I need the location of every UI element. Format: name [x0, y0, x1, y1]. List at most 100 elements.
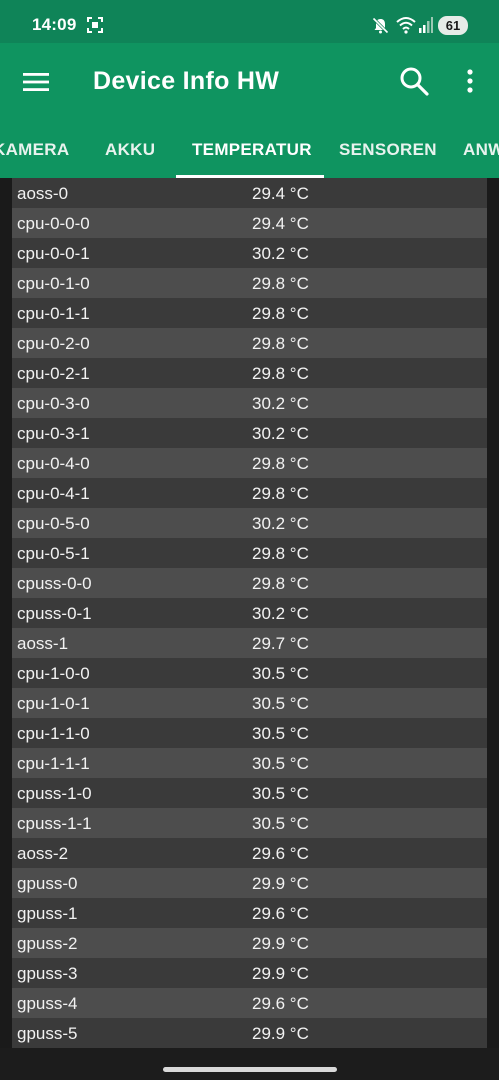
tab-bar: KAMERA AKKU TEMPERATUR SENSOREN ANW	[0, 121, 499, 178]
wifi-icon	[396, 17, 416, 34]
sensor-name: cpu-1-0-0	[17, 664, 90, 683]
sensor-temperature: 29.8 °C	[252, 304, 309, 323]
sensor-temperature: 30.5 °C	[252, 754, 309, 773]
sensor-name: cpuss-1-1	[17, 814, 92, 833]
sensor-name: cpu-0-4-0	[17, 454, 90, 473]
list-item: cpu-1-0-0 30.5 °C	[12, 658, 487, 688]
sensor-temperature: 29.8 °C	[252, 364, 309, 383]
list-item: cpu-0-0-1 30.2 °C	[12, 238, 487, 268]
list-item: gpuss-1 29.6 °C	[12, 898, 487, 928]
sensor-temperature: 30.2 °C	[252, 394, 309, 413]
sensor-temperature: 29.8 °C	[252, 544, 309, 563]
sensor-name: cpu-0-3-0	[17, 394, 90, 413]
sensor-temperature: 29.6 °C	[252, 844, 309, 863]
list-item: aoss-1 29.7 °C	[12, 628, 487, 658]
hamburger-menu-icon	[23, 73, 49, 91]
sensor-temperature: 30.2 °C	[252, 244, 309, 263]
list-item: gpuss-3 29.9 °C	[12, 958, 487, 988]
status-bar: 14:09 61	[0, 0, 499, 43]
more-options-button[interactable]	[452, 60, 488, 102]
sensor-temperature: 29.8 °C	[252, 274, 309, 293]
list-item: cpu-0-1-1 29.8 °C	[12, 298, 487, 328]
list-item: gpuss-0 29.9 °C	[12, 868, 487, 898]
sensor-name: cpu-0-1-1	[17, 304, 90, 323]
battery-indicator: 61	[438, 16, 468, 35]
sensor-name: gpuss-1	[17, 904, 78, 923]
sensor-temperature: 30.2 °C	[252, 604, 309, 623]
tab-sensoren[interactable]: SENSOREN	[339, 140, 437, 160]
sensor-temperature: 29.6 °C	[252, 994, 309, 1013]
navigation-bar	[0, 1048, 499, 1080]
sensor-name: cpu-0-3-1	[17, 424, 90, 443]
sensor-name: cpu-0-4-1	[17, 484, 90, 503]
list-item: cpu-0-1-0 29.8 °C	[12, 268, 487, 298]
sensor-temperature: 29.8 °C	[252, 484, 309, 503]
right-gutter	[487, 178, 499, 1080]
list-item: cpu-0-3-0 30.2 °C	[12, 388, 487, 418]
sensor-name: cpu-0-5-1	[17, 544, 90, 563]
list-item: cpu-1-1-1 30.5 °C	[12, 748, 487, 778]
sensor-name: gpuss-2	[17, 934, 78, 953]
list-item: aoss-0 29.4 °C	[12, 178, 487, 208]
gesture-handle[interactable]	[163, 1067, 337, 1072]
list-item: cpuss-1-0 30.5 °C	[12, 778, 487, 808]
tab-akku[interactable]: AKKU	[105, 140, 155, 160]
list-item: cpu-0-3-1 30.2 °C	[12, 418, 487, 448]
app-title: Device Info HW	[93, 67, 280, 95]
list-item: cpu-1-0-1 30.5 °C	[12, 688, 487, 718]
sensor-temperature: 29.7 °C	[252, 634, 309, 653]
status-time: 14:09	[32, 15, 77, 34]
sensor-temperature: 29.8 °C	[252, 574, 309, 593]
sensor-temperature: 29.8 °C	[252, 334, 309, 353]
sensor-temperature: 29.9 °C	[252, 874, 309, 893]
sensor-name: cpu-1-0-1	[17, 694, 90, 713]
sensor-name: cpu-0-1-0	[17, 274, 90, 293]
sensor-name: cpu-1-1-1	[17, 754, 90, 773]
temperature-list[interactable]: aoss-0 29.4 °C cpu-0-0-0 29.4 °C cpu-0-0-1 30…	[12, 178, 487, 1048]
sensor-temperature: 30.2 °C	[252, 514, 309, 533]
screenshot-icon	[87, 17, 103, 33]
sensor-name: cpu-0-0-1	[17, 244, 90, 263]
sensor-name: gpuss-3	[17, 964, 78, 983]
sensor-name: cpuss-0-0	[17, 574, 92, 593]
list-item: cpu-0-2-1 29.8 °C	[12, 358, 487, 388]
sensor-temperature: 29.6 °C	[252, 904, 309, 923]
sensor-name: cpuss-0-1	[17, 604, 92, 623]
sensor-name: cpu-0-2-0	[17, 334, 90, 353]
sensor-name: cpu-0-2-1	[17, 364, 90, 383]
sensor-name: gpuss-0	[17, 874, 78, 893]
list-item: gpuss-2 29.9 °C	[12, 928, 487, 958]
sensor-temperature: 29.8 °C	[252, 454, 309, 473]
sensor-temperature: 29.9 °C	[252, 934, 309, 953]
mute-icon	[372, 17, 389, 34]
tab-temperatur[interactable]: TEMPERATUR	[192, 140, 312, 160]
sensor-name: aoss-2	[17, 844, 69, 863]
list-item: cpu-0-4-0 29.8 °C	[12, 448, 487, 478]
sensor-temperature: 29.9 °C	[252, 1024, 309, 1043]
list-item: aoss-2 29.6 °C	[12, 838, 487, 868]
sensor-name: gpuss-4	[17, 994, 78, 1013]
search-button[interactable]	[393, 60, 435, 102]
sensor-temperature: 29.4 °C	[252, 184, 309, 203]
list-item: cpu-0-2-0 29.8 °C	[12, 328, 487, 358]
tab-anw[interactable]: ANW	[463, 140, 499, 160]
sensor-name: cpu-1-1-0	[17, 724, 90, 743]
sensor-temperature: 29.9 °C	[252, 964, 309, 983]
left-gutter	[0, 178, 12, 1080]
list-item: cpu-0-5-0 30.2 °C	[12, 508, 487, 538]
list-item: gpuss-4 29.6 °C	[12, 988, 487, 1018]
signal-icon	[419, 17, 433, 33]
menu-button[interactable]	[16, 62, 56, 102]
sensor-name: cpuss-1-0	[17, 784, 92, 803]
sensor-temperature: 30.5 °C	[252, 784, 309, 803]
sensor-name: aoss-0	[17, 184, 69, 203]
tab-kamera[interactable]: KAMERA	[0, 140, 69, 160]
sensor-name: gpuss-5	[17, 1024, 78, 1043]
sensor-name: cpu-0-5-0	[17, 514, 90, 533]
sensor-temperature: 29.4 °C	[252, 214, 309, 233]
sensor-temperature: 30.5 °C	[252, 664, 309, 683]
list-item: cpu-1-1-0 30.5 °C	[12, 718, 487, 748]
list-item: cpu-0-4-1 29.8 °C	[12, 478, 487, 508]
sensor-name: cpu-0-0-0	[17, 214, 90, 233]
list-item: cpu-0-0-0 29.4 °C	[12, 208, 487, 238]
